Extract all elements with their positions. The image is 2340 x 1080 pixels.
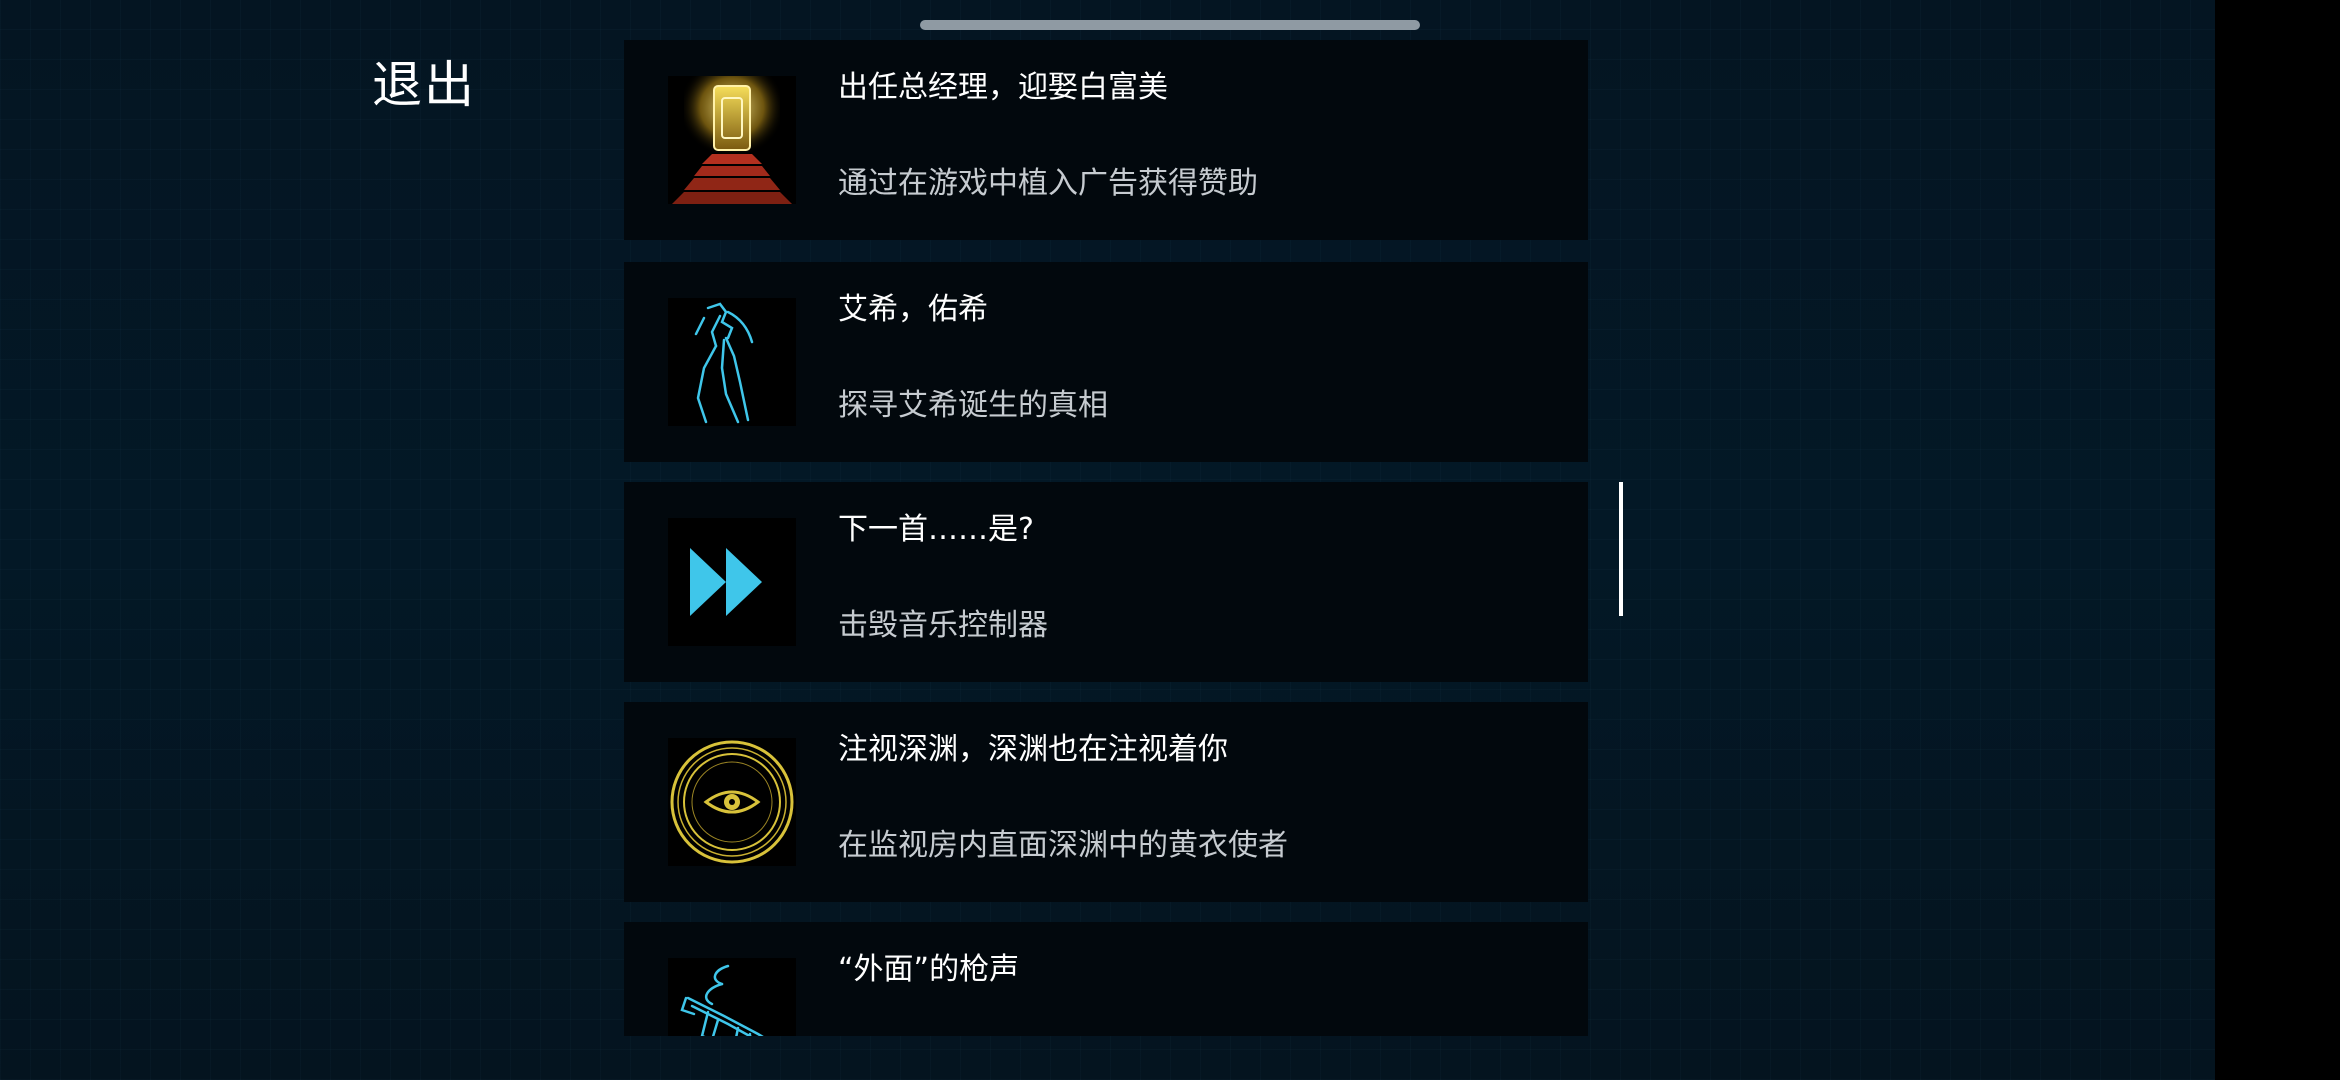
achievement-title: “外面”的枪声 [838,952,1020,987]
achievement-card-abyss[interactable]: 注视深渊，深渊也在注视着你 在监视房内直面深渊中的黄衣使者 [624,702,1588,902]
blue-scythe-figure-icon [668,298,796,426]
achievement-card-gunshot[interactable]: “外面”的枪声 [624,922,1588,1036]
achievements-screen: 退出 出任总经理，迎娶白富美 通过在游戏中植入广告获得赞助 艾希，佑希 探寻艾希… [0,0,2215,1080]
screen-edge-bar [2215,0,2340,1080]
achievement-title: 下一首……是? [838,512,1034,547]
home-indicator[interactable] [920,20,1420,30]
achievement-description: 击毁音乐控制器 [838,608,1048,643]
achievement-card-ashley[interactable]: 艾希，佑希 探寻艾希诞生的真相 [624,262,1588,462]
fast-forward-icon [668,518,796,646]
achievement-card-ceo[interactable]: 出任总经理，迎娶白富美 通过在游戏中植入广告获得赞助 [624,40,1588,240]
achievement-list[interactable]: 出任总经理，迎娶白富美 通过在游戏中植入广告获得赞助 艾希，佑希 探寻艾希诞生的… [624,40,1588,1036]
achievement-description: 探寻艾希诞生的真相 [838,388,1108,423]
achievement-card-next-song[interactable]: 下一首……是? 击毁音乐控制器 [624,482,1588,682]
achievement-title: 出任总经理，迎娶白富美 [838,70,1168,105]
achievement-title: 注视深渊，深渊也在注视着你 [838,732,1228,767]
achievement-description: 通过在游戏中植入广告获得赞助 [838,166,1258,201]
scrollbar-thumb[interactable] [1619,482,1623,616]
eye-circle-icon [668,738,796,866]
achievement-description: 在监视房内直面深渊中的黄衣使者 [838,828,1288,863]
golden-door-stairs-icon [668,76,796,204]
exit-button[interactable]: 退出 [372,52,476,118]
blue-gun-icon [668,958,796,1036]
achievement-title: 艾希，佑希 [838,292,988,327]
